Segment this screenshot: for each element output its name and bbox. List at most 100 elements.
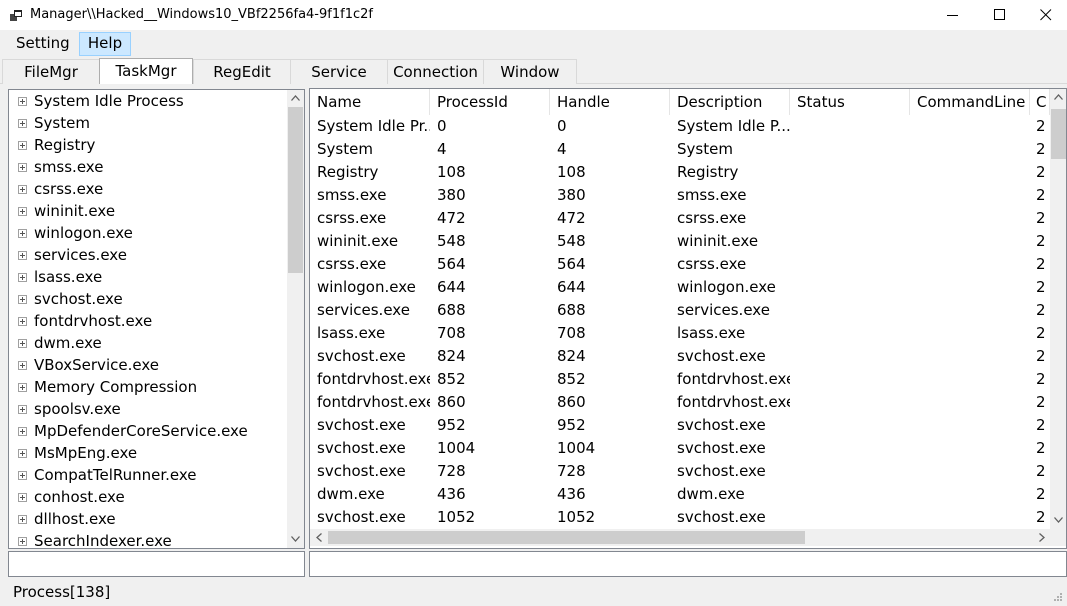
tree-item[interactable]: MsMpEng.exe — [9, 442, 287, 464]
cell-description: svchost.exe — [677, 462, 766, 480]
list-horizontal-scrollbar[interactable] — [310, 529, 1050, 546]
table-row[interactable]: svchost.exe 824 824 svchost.exe 2 — [310, 345, 1050, 368]
plus-expander-icon[interactable] — [18, 141, 27, 150]
tree-item[interactable]: csrss.exe — [9, 178, 287, 200]
list-scroll-left-button[interactable] — [310, 529, 327, 546]
plus-expander-icon[interactable] — [18, 119, 27, 128]
tab-service[interactable]: Service — [290, 59, 388, 84]
plus-expander-icon[interactable] — [18, 207, 27, 216]
plus-expander-icon[interactable] — [18, 383, 27, 392]
plus-expander-icon[interactable] — [18, 449, 27, 458]
tree-item[interactable]: winlogon.exe — [9, 222, 287, 244]
table-row[interactable]: csrss.exe 472 472 csrss.exe 2 — [310, 207, 1050, 230]
plus-expander-icon[interactable] — [18, 163, 27, 172]
tab-window[interactable]: Window — [483, 59, 577, 84]
tree-item[interactable]: CompatTelRunner.exe — [9, 464, 287, 486]
plus-expander-icon[interactable] — [18, 471, 27, 480]
column-header-processid[interactable]: ProcessId — [430, 89, 550, 115]
table-row[interactable]: smss.exe 380 380 smss.exe 2 — [310, 184, 1050, 207]
menu-setting[interactable]: Setting — [9, 32, 77, 56]
column-header-name[interactable]: Name — [310, 89, 430, 115]
column-header-commandline[interactable]: CommandLine — [910, 89, 1030, 115]
plus-expander-icon[interactable] — [18, 405, 27, 414]
plus-expander-icon[interactable] — [18, 537, 27, 546]
table-row[interactable]: wininit.exe 548 548 wininit.exe 2 — [310, 230, 1050, 253]
tree-item[interactable]: Memory Compression — [9, 376, 287, 398]
tree-item[interactable]: dwm.exe — [9, 332, 287, 354]
table-row[interactable]: System 4 4 System 2 — [310, 138, 1050, 161]
plus-expander-icon[interactable] — [18, 251, 27, 260]
menu-help[interactable]: Help — [79, 32, 131, 56]
table-row[interactable]: winlogon.exe 644 644 winlogon.exe 2 — [310, 276, 1050, 299]
table-row[interactable]: dwm.exe 436 436 dwm.exe 2 — [310, 483, 1050, 506]
maximize-button[interactable] — [977, 0, 1023, 30]
cell-processid: 688 — [437, 301, 466, 319]
table-row[interactable]: svchost.exe 1004 1004 svchost.exe 2 — [310, 437, 1050, 460]
tree-item[interactable]: conhost.exe — [9, 486, 287, 508]
table-row[interactable]: svchost.exe 952 952 svchost.exe 2 — [310, 414, 1050, 437]
table-row[interactable]: lsass.exe 708 708 lsass.exe 2 — [310, 322, 1050, 345]
plus-expander-icon[interactable] — [18, 317, 27, 326]
tree-item[interactable]: svchost.exe — [9, 288, 287, 310]
list-horizontal-scroll-thumb[interactable] — [328, 531, 805, 544]
plus-expander-icon[interactable] — [18, 493, 27, 502]
tab-taskmgr[interactable]: TaskMgr — [99, 58, 193, 84]
table-row[interactable]: fontdrvhost.exe 860 860 fontdrvhost.exe 2 — [310, 391, 1050, 414]
column-header-c[interactable]: C — [1030, 89, 1050, 115]
table-row[interactable]: Registry 108 108 Registry 2 — [310, 161, 1050, 184]
tab-regedit[interactable]: RegEdit — [193, 59, 291, 84]
tree-scroll-thumb[interactable] — [288, 107, 303, 273]
list-scroll-up-button[interactable] — [1050, 89, 1066, 106]
column-header-status[interactable]: Status — [790, 89, 910, 115]
tree-vertical-scrollbar[interactable] — [287, 90, 304, 548]
tab-connection[interactable]: Connection — [387, 59, 484, 84]
plus-expander-icon[interactable] — [18, 273, 27, 282]
minimize-button[interactable] — [930, 0, 976, 30]
tree-item[interactable]: MpDefenderCoreService.exe — [9, 420, 287, 442]
plus-expander-icon[interactable] — [18, 361, 27, 370]
column-header-handle[interactable]: Handle — [550, 89, 670, 115]
table-row[interactable]: svchost.exe 728 728 svchost.exe 2 — [310, 460, 1050, 483]
tree-item[interactable]: services.exe — [9, 244, 287, 266]
close-button[interactable] — [1023, 0, 1067, 30]
tree-item[interactable]: System — [9, 112, 287, 134]
table-row[interactable]: System Idle Pr... 0 0 System Idle P... 2 — [310, 115, 1050, 138]
process-tree[interactable]: System Idle Process System Registry smss.ex… — [8, 89, 305, 549]
cell-description: svchost.exe — [677, 347, 766, 365]
tree-item[interactable]: smss.exe — [9, 156, 287, 178]
column-header-description[interactable]: Description — [670, 89, 790, 115]
plus-expander-icon[interactable] — [18, 97, 27, 106]
tree-item[interactable]: VBoxService.exe — [9, 354, 287, 376]
table-row[interactable]: svchost.exe 1052 1052 svchost.exe 2 — [310, 506, 1050, 529]
list-vertical-scrollbar[interactable] — [1050, 89, 1066, 529]
left-detail-box[interactable] — [8, 551, 305, 577]
plus-expander-icon[interactable] — [18, 339, 27, 348]
plus-expander-icon[interactable] — [18, 427, 27, 436]
tab-filemgr[interactable]: FileMgr — [2, 59, 100, 84]
tree-scroll-up-button[interactable] — [287, 90, 304, 107]
tree-scroll-down-button[interactable] — [287, 531, 304, 548]
tree-item[interactable]: System Idle Process — [9, 90, 287, 112]
process-list[interactable]: Name ProcessId Handle Description Status… — [309, 88, 1067, 549]
plus-expander-icon[interactable] — [18, 185, 27, 194]
list-scroll-thumb[interactable] — [1051, 109, 1066, 159]
right-detail-box[interactable] — [309, 551, 1067, 577]
tree-item[interactable]: dllhost.exe — [9, 508, 287, 530]
tree-item[interactable]: spoolsv.exe — [9, 398, 287, 420]
tree-item[interactable]: wininit.exe — [9, 200, 287, 222]
table-row[interactable]: csrss.exe 564 564 csrss.exe 2 — [310, 253, 1050, 276]
list-scroll-down-button[interactable] — [1050, 512, 1066, 529]
tree-item[interactable]: fontdrvhost.exe — [9, 310, 287, 332]
table-row[interactable]: fontdrvhost.exe 852 852 fontdrvhost.exe 2 — [310, 368, 1050, 391]
resize-grip-icon[interactable] — [1053, 592, 1063, 602]
table-row[interactable]: services.exe 688 688 services.exe 2 — [310, 299, 1050, 322]
tree-item[interactable]: SearchIndexer.exe — [9, 530, 287, 548]
plus-expander-icon[interactable] — [18, 515, 27, 524]
plus-expander-icon[interactable] — [18, 229, 27, 238]
tree-item[interactable]: Registry — [9, 134, 287, 156]
plus-expander-icon[interactable] — [18, 295, 27, 304]
tree-item-label: dllhost.exe — [34, 510, 116, 528]
list-scroll-right-button[interactable] — [1033, 529, 1050, 546]
title-bar[interactable]: Manager\\Hacked__Windows10_VBf2256fa4-9f… — [0, 0, 1067, 30]
tree-item[interactable]: lsass.exe — [9, 266, 287, 288]
